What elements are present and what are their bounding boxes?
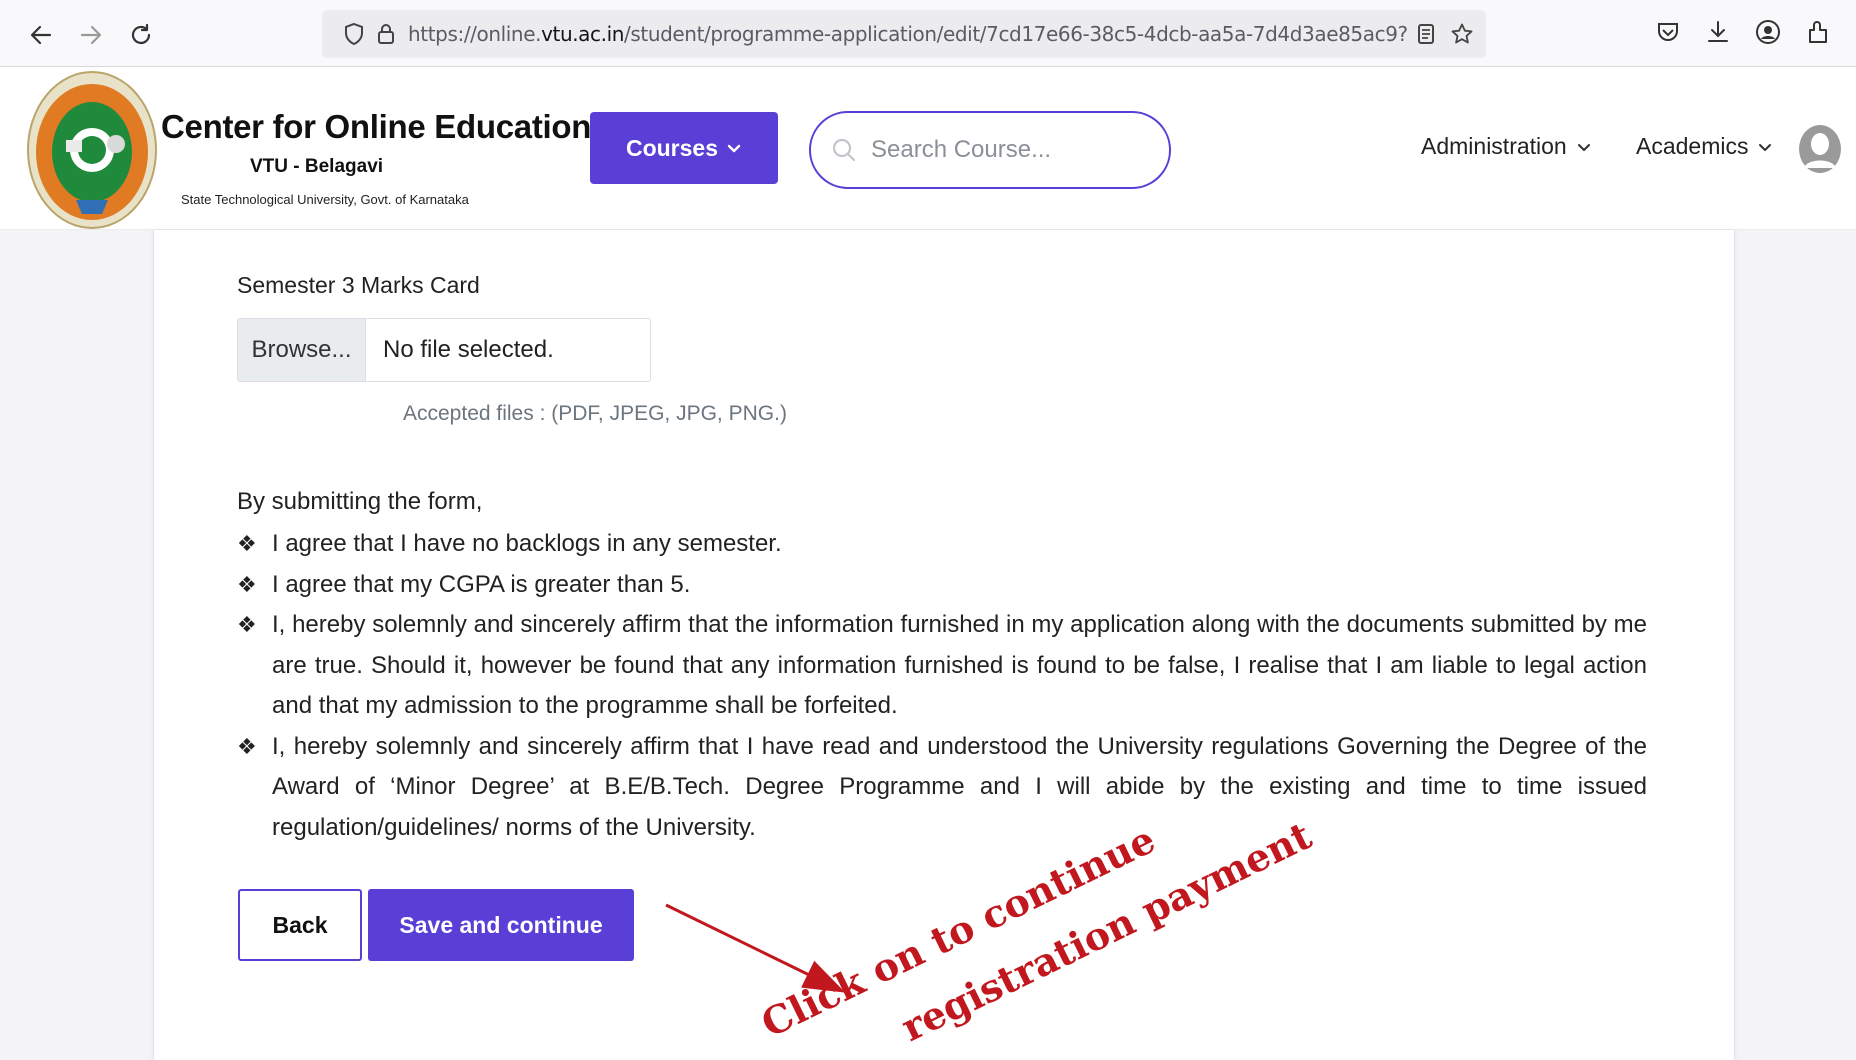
courses-dropdown-button[interactable]: Courses xyxy=(590,112,778,184)
field-label: Semester 3 Marks Card xyxy=(237,272,480,298)
accepted-files-note: Accepted files : (PDF, JPEG, JPG, PNG.) xyxy=(403,402,787,425)
list-item: ❖ I agree that my CGPA is greater than 5. xyxy=(237,565,1647,606)
agreement-intro: By submitting the form, xyxy=(237,488,483,515)
agreement-text: I agree that I have no backlogs in any s… xyxy=(272,530,782,557)
forward-arrow-icon[interactable] xyxy=(72,16,110,54)
back-arrow-icon[interactable] xyxy=(22,16,60,54)
address-bar[interactable]: https://online.vtu.ac.in/student/program… xyxy=(322,10,1486,58)
account-icon[interactable] xyxy=(1754,18,1782,46)
search-input[interactable] xyxy=(869,131,1153,169)
nav-administration-label: Administration xyxy=(1421,133,1567,159)
site-title: Center for Online Education xyxy=(161,108,592,145)
download-icon[interactable] xyxy=(1704,18,1732,46)
diamond-bullet-icon: ❖ xyxy=(237,612,257,637)
pocket-icon[interactable] xyxy=(1654,18,1682,46)
diamond-bullet-icon: ❖ xyxy=(237,531,257,556)
back-button[interactable]: Back xyxy=(238,889,362,961)
list-item: ❖ I agree that I have no backlogs in any … xyxy=(237,524,1647,565)
nav-academics-label: Academics xyxy=(1636,133,1749,159)
browse-button[interactable]: Browse... xyxy=(238,319,366,381)
search-icon xyxy=(832,138,856,162)
chevron-down-icon xyxy=(1759,143,1772,151)
chevron-down-icon xyxy=(1577,143,1590,151)
site-tagline: State Technological University, Govt. of… xyxy=(181,192,469,207)
save-and-continue-button[interactable]: Save and continue xyxy=(368,889,634,961)
bookmark-star-icon[interactable] xyxy=(1450,22,1474,46)
chevron-down-icon xyxy=(727,144,741,153)
reader-view-icon[interactable] xyxy=(1414,22,1438,46)
browser-toolbar: https://online.vtu.ac.in/student/program… xyxy=(0,0,1856,67)
file-status-text: No file selected. xyxy=(383,336,554,363)
extensions-icon[interactable] xyxy=(1804,18,1832,46)
shield-icon[interactable] xyxy=(342,22,366,46)
lock-icon[interactable] xyxy=(374,22,398,46)
search-box[interactable] xyxy=(809,111,1171,189)
nav-administration[interactable]: Administration xyxy=(1421,133,1591,160)
agreement-text: I, hereby solemnly and sincerely affirm … xyxy=(272,611,1647,719)
vtu-logo[interactable] xyxy=(26,70,158,230)
reload-icon[interactable] xyxy=(122,16,160,54)
agreement-text: I agree that my CGPA is greater than 5. xyxy=(272,570,691,598)
user-avatar-icon[interactable] xyxy=(1798,124,1842,174)
courses-label: Courses xyxy=(625,134,719,161)
diamond-bullet-icon: ❖ xyxy=(237,733,257,759)
site-subtitle: VTU - Belagavi xyxy=(250,156,384,177)
instruction-annotation: Click on to continue registration paymen… xyxy=(665,820,1319,1050)
list-item: ❖ I, hereby solemnly and sincerely affirm… xyxy=(237,605,1647,727)
nav-academics[interactable]: Academics xyxy=(1636,133,1772,160)
url-text[interactable]: https://online.vtu.ac.in/student/program… xyxy=(408,22,1408,46)
diamond-bullet-icon: ❖ xyxy=(237,571,257,597)
file-upload-field[interactable]: Browse... No file selected. xyxy=(237,318,651,382)
agreement-list: ❖ I agree that I have no backlogs in any … xyxy=(237,524,1647,848)
